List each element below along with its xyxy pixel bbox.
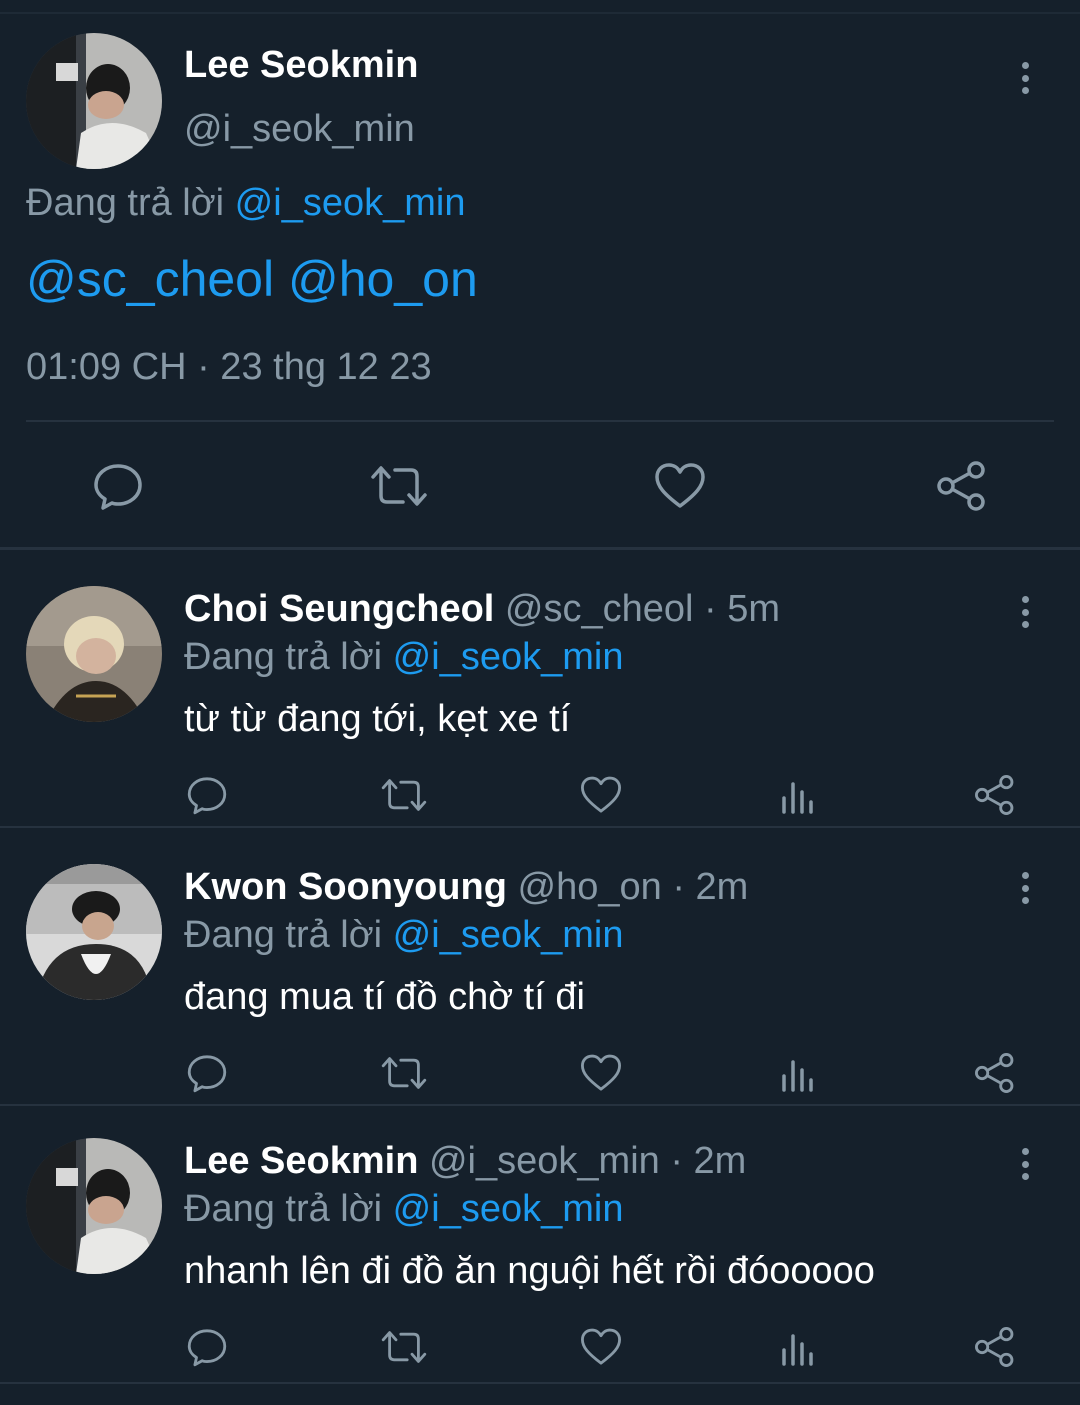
more-options-icon[interactable] (1010, 58, 1040, 98)
replying-to-link[interactable]: @i_seok_min (393, 636, 624, 678)
share-icon[interactable] (936, 460, 988, 512)
reply-icon[interactable] (186, 1052, 228, 1094)
tweet-actions (0, 454, 1080, 524)
more-options-icon[interactable] (1010, 1144, 1040, 1184)
author-name[interactable]: Kwon Soonyoung (184, 866, 507, 908)
like-icon[interactable] (580, 1052, 622, 1094)
like-icon[interactable] (580, 1326, 622, 1368)
author-handle[interactable]: @i_seok_min (184, 108, 415, 151)
replying-to: Đang trả lời @i_seok_min (184, 914, 623, 957)
author-name[interactable]: Lee Seokmin (184, 1140, 418, 1182)
replying-prefix: Đang trả lời (26, 182, 225, 224)
author-name[interactable]: Lee Seokmin (184, 44, 418, 87)
replying-to: Đang trả lời @i_seok_min (26, 182, 465, 225)
more-options-icon[interactable] (1010, 868, 1040, 908)
reply-text: nhanh lên đi đồ ăn nguội hết rồi đóooooo (184, 1250, 875, 1292)
divider (26, 420, 1054, 422)
reply-tweet[interactable]: Choi Seungcheol @sc_cheol · 5m Đang trả … (0, 550, 1080, 828)
reply-tweet[interactable]: Kwon Soonyoung @ho_on · 2m Đang trả lời … (0, 828, 1080, 1106)
avatar[interactable] (26, 1138, 162, 1274)
replying-to-link[interactable]: @i_seok_min (393, 914, 624, 956)
top-divider (0, 0, 1080, 14)
reply-actions (0, 1038, 1080, 1098)
retweet-icon[interactable] (380, 774, 428, 816)
author-handle-time: @ho_on · 2m (517, 866, 749, 908)
replying-to: Đang trả lời @i_seok_min (184, 636, 623, 679)
tweet-body[interactable]: @sc_cheol @ho_on (26, 250, 478, 308)
author-name[interactable]: Choi Seungcheol (184, 588, 494, 630)
reply-header: Choi Seungcheol @sc_cheol · 5m (184, 588, 780, 631)
retweet-icon[interactable] (380, 1326, 428, 1368)
replying-prefix: Đang trả lời (184, 1188, 383, 1230)
retweet-icon[interactable] (369, 460, 429, 512)
reply-header: Lee Seokmin @i_seok_min · 2m (184, 1140, 746, 1183)
retweet-icon[interactable] (380, 1052, 428, 1094)
share-icon[interactable] (974, 1052, 1016, 1094)
main-tweet: Lee Seokmin @i_seok_min Đang trả lời @i_… (0, 14, 1080, 550)
share-icon[interactable] (974, 1326, 1016, 1368)
reply-text: đang mua tí đồ chờ tí đi (184, 976, 585, 1018)
reply-header: Kwon Soonyoung @ho_on · 2m (184, 866, 748, 909)
views-icon[interactable] (778, 1052, 818, 1094)
more-options-icon[interactable] (1010, 592, 1040, 632)
replying-prefix: Đang trả lời (184, 636, 383, 678)
avatar[interactable] (26, 586, 162, 722)
views-icon[interactable] (778, 774, 818, 816)
avatar[interactable] (26, 864, 162, 1000)
like-icon[interactable] (580, 774, 622, 816)
reply-actions (0, 760, 1080, 820)
like-icon[interactable] (654, 460, 706, 512)
share-icon[interactable] (974, 774, 1016, 816)
replying-prefix: Đang trả lời (184, 914, 383, 956)
views-icon[interactable] (778, 1326, 818, 1368)
reply-icon[interactable] (186, 774, 228, 816)
tweet-timestamp: 01:09 CH · 23 thg 12 23 (26, 346, 432, 388)
replying-to: Đang trả lời @i_seok_min (184, 1188, 623, 1231)
reply-icon[interactable] (92, 460, 144, 512)
replying-to-link[interactable]: @i_seok_min (393, 1188, 624, 1230)
author-handle-time: @i_seok_min · 2m (428, 1140, 747, 1182)
avatar[interactable] (26, 33, 162, 169)
reply-tweet[interactable]: Lee Seokmin @i_seok_min · 2m Đang trả lờ… (0, 1106, 1080, 1384)
author-handle-time: @sc_cheol · 5m (504, 588, 781, 630)
reply-text: từ từ đang tới, kẹt xe tí (184, 698, 571, 740)
replying-to-link[interactable]: @i_seok_min (235, 182, 466, 224)
reply-icon[interactable] (186, 1326, 228, 1368)
reply-actions (0, 1326, 1080, 1386)
